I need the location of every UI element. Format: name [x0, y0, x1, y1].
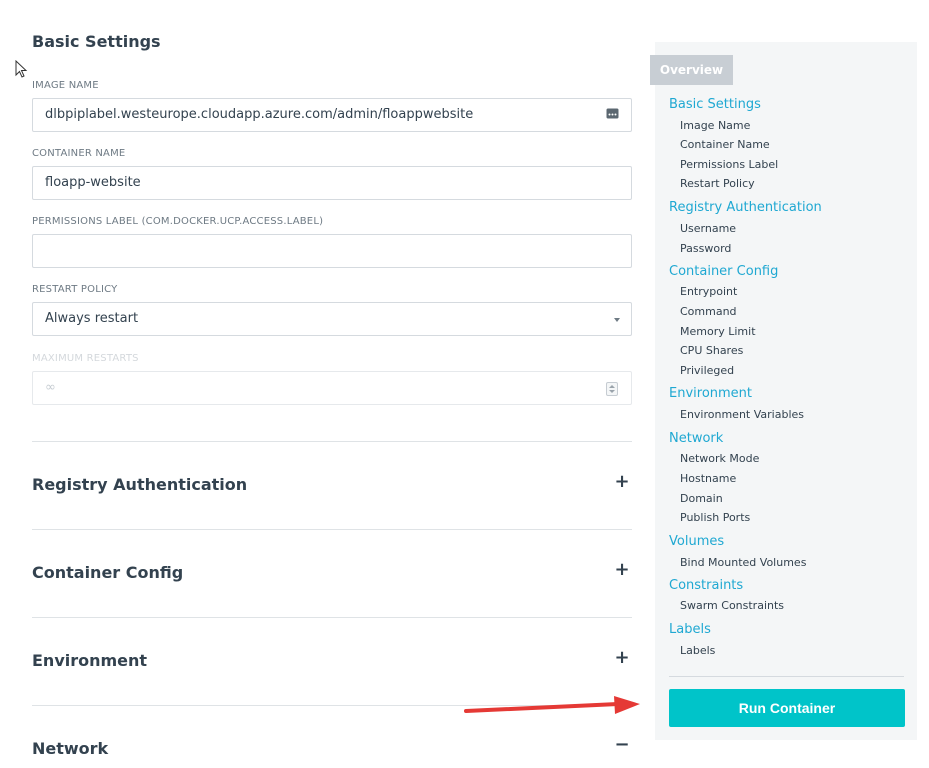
toc-item-privileged[interactable]: Privileged [680, 364, 734, 377]
toc-item-username[interactable]: Username [680, 222, 736, 235]
toc-item-bind-mounted-volumes[interactable]: Bind Mounted Volumes [680, 556, 806, 569]
registry-authentication-title[interactable]: Registry Authentication [32, 475, 247, 494]
spinner-icon[interactable] [606, 382, 618, 396]
toc-container-config[interactable]: Container Config [669, 264, 778, 279]
toc-network[interactable]: Network [669, 431, 723, 446]
expand-environment-icon[interactable]: + [612, 648, 632, 668]
toc-registry-authentication[interactable]: Registry Authentication [669, 200, 822, 215]
toc-item-permissions-label[interactable]: Permissions Label [680, 158, 778, 171]
toc-item-command[interactable]: Command [680, 305, 737, 318]
network-title[interactable]: Network [32, 739, 108, 758]
permissions-label-input[interactable] [32, 234, 632, 268]
image-name-label: IMAGE NAME [32, 80, 99, 91]
container-config-title[interactable]: Container Config [32, 563, 183, 582]
toc-item-domain[interactable]: Domain [680, 492, 723, 505]
restart-policy-select[interactable]: Always restart [32, 302, 632, 336]
annotation-arrow-icon [464, 696, 640, 714]
expand-container-config-icon[interactable]: + [612, 560, 632, 580]
toc-item-environment-variables[interactable]: Environment Variables [680, 408, 804, 421]
toc-constraints[interactable]: Constraints [669, 578, 743, 593]
image-name-value: dlbpiplabel.westeurope.cloudapp.azure.co… [45, 107, 474, 122]
maximum-restarts-label: MAXIMUM RESTARTS [32, 353, 139, 364]
restart-policy-label: RESTART POLICY [32, 284, 118, 295]
container-name-value: floapp-website [45, 175, 141, 190]
image-name-input[interactable]: dlbpiplabel.westeurope.cloudapp.azure.co… [32, 98, 632, 132]
container-name-label: CONTAINER NAME [32, 148, 126, 159]
toc-environment[interactable]: Environment [669, 386, 752, 401]
expand-registry-authentication-icon[interactable]: + [612, 472, 632, 492]
tab-overview[interactable]: Overview [650, 55, 733, 85]
toc-labels[interactable]: Labels [669, 622, 711, 637]
toc-item-labels[interactable]: Labels [680, 644, 715, 657]
toc-item-entrypoint[interactable]: Entrypoint [680, 285, 737, 298]
toc-item-container-name[interactable]: Container Name [680, 138, 770, 151]
toc-item-cpu-shares[interactable]: CPU Shares [680, 344, 743, 357]
section-divider [32, 529, 632, 530]
sidebar-divider [669, 676, 904, 677]
collapse-network-icon[interactable]: − [612, 735, 632, 755]
section-divider [32, 441, 632, 442]
toc-item-publish-ports[interactable]: Publish Ports [680, 511, 750, 524]
chevron-down-icon [614, 318, 620, 322]
container-name-input[interactable]: floapp-website [32, 166, 632, 200]
restart-policy-value: Always restart [45, 311, 139, 326]
run-container-button[interactable]: Run Container [669, 689, 905, 727]
permissions-label-label: PERMISSIONS LABEL (COM.DOCKER.UCP.ACCESS… [32, 216, 324, 227]
toc-volumes[interactable]: Volumes [669, 534, 724, 549]
toc-item-memory-limit[interactable]: Memory Limit [680, 325, 756, 338]
mouse-cursor-icon [15, 60, 28, 78]
toc-basic-settings[interactable]: Basic Settings [669, 97, 761, 112]
toc-item-restart-policy[interactable]: Restart Policy [680, 177, 755, 190]
basic-settings-title: Basic Settings [32, 32, 161, 51]
maximum-restarts-input[interactable]: ∞ [32, 371, 632, 405]
toc-item-password[interactable]: Password [680, 242, 731, 255]
section-divider [32, 617, 632, 618]
toc-item-network-mode[interactable]: Network Mode [680, 452, 759, 465]
more-dots-icon[interactable] [606, 108, 619, 119]
toc-item-image-name[interactable]: Image Name [680, 119, 750, 132]
environment-title[interactable]: Environment [32, 651, 147, 670]
toc-item-hostname[interactable]: Hostname [680, 472, 736, 485]
toc-item-swarm-constraints[interactable]: Swarm Constraints [680, 599, 784, 612]
maximum-restarts-placeholder: ∞ [45, 380, 56, 395]
